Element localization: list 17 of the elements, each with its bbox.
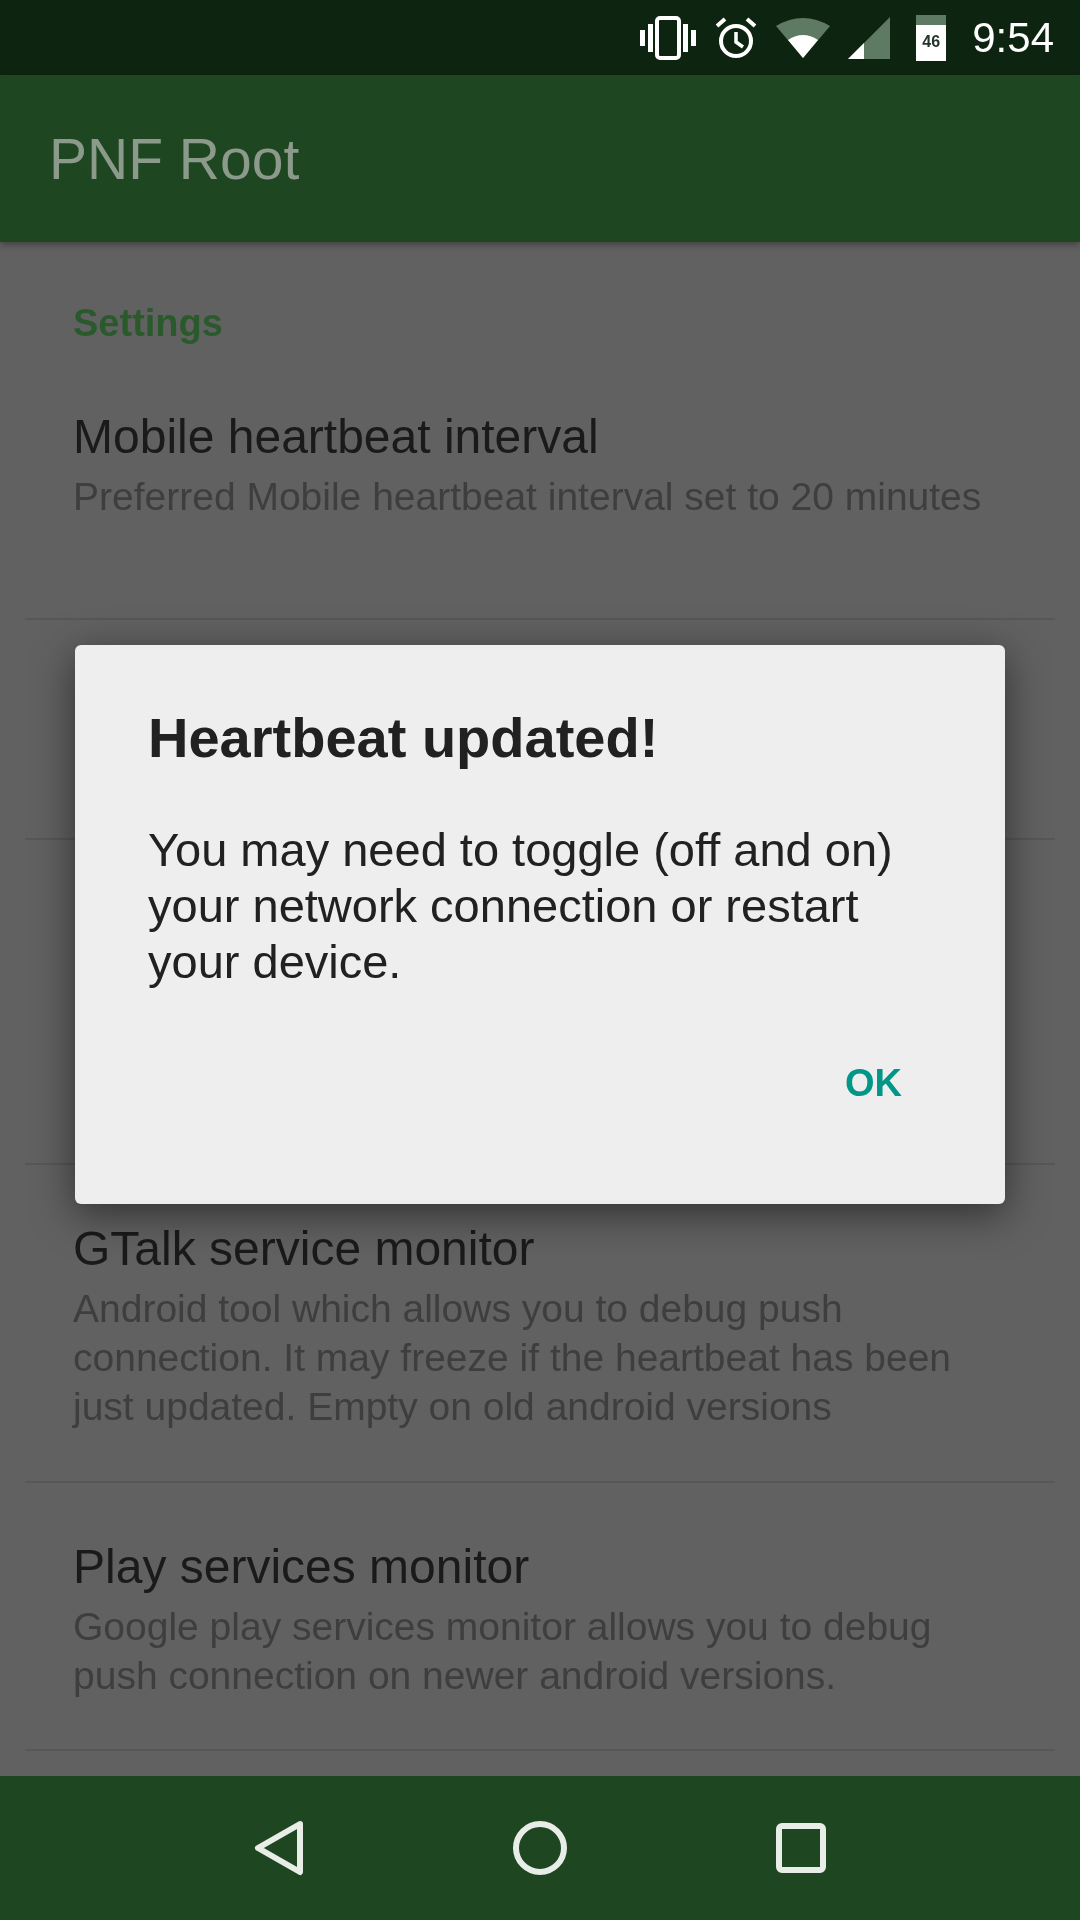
dialog-title: Heartbeat updated! [148,705,660,770]
dialog-message: You may need to toggle (off and on) your network connection or restart your device. [148,822,894,990]
recents-icon[interactable] [776,1823,826,1873]
back-icon[interactable] [254,1820,304,1876]
clock-text: 9:54 [972,13,1054,62]
section-header: Settings [73,301,223,346]
app-title: PNF Root [49,125,300,192]
setting-title[interactable]: Mobile heartbeat interval [73,408,1040,466]
home-icon[interactable] [512,1820,568,1876]
battery-level-text: 46 [922,32,941,51]
alarm-icon [714,15,759,60]
setting-title[interactable]: Play services monitor [73,1538,1040,1596]
ok-button[interactable]: OK [825,1050,922,1117]
vibrate-icon [640,15,697,60]
wifi-icon [776,17,831,58]
setting-title[interactable]: GTalk service monitor [73,1220,1040,1278]
signal-icon [848,16,891,59]
